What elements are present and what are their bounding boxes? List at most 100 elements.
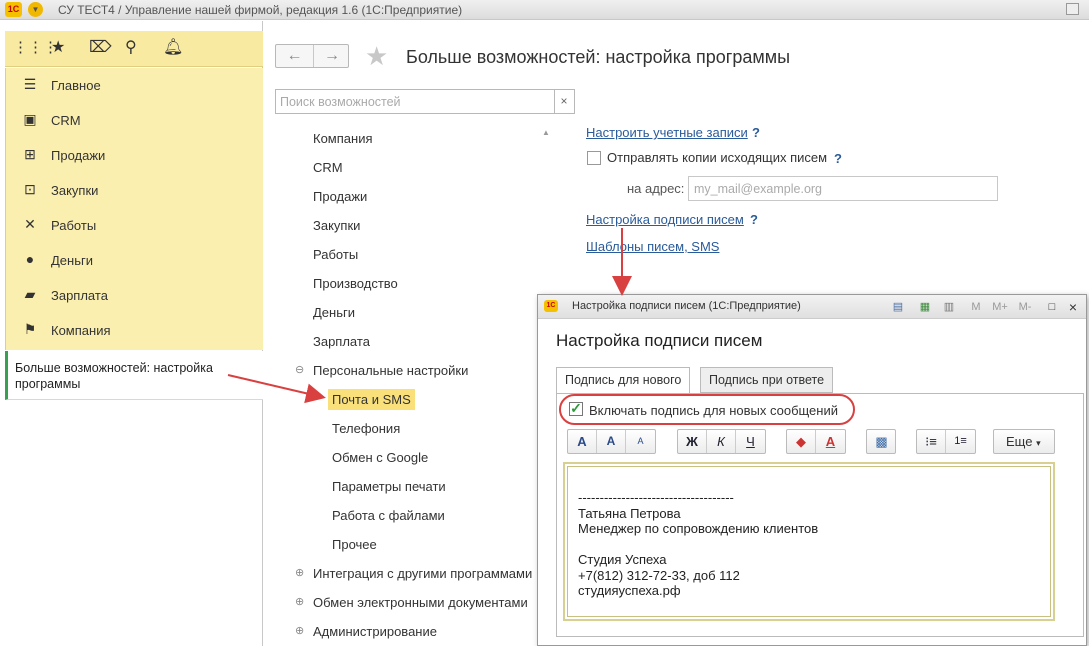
section-salary[interactable]: ▰ Зарплата [6,278,264,313]
star-icon[interactable]: ★ [51,39,65,57]
favorite-star-icon[interactable]: ★ [365,42,388,70]
copy-checkbox[interactable] [587,151,601,165]
sections-list: ☰ Главное ▣ CRM ⊞ Продажи ⊡ Закупки ✕ Работы … [5,68,263,350]
1c-logo-icon: 1С [544,300,558,312]
dialog-heading: Настройка подписи писем [556,331,763,350]
signature-settings-link[interactable]: Настройка подписи писем [586,212,744,227]
more-button[interactable]: Еще ▾ [993,429,1055,454]
tree-item[interactable]: Обмен электронными документами [313,595,528,610]
templates-link[interactable]: Шаблоны писем, SMS [586,239,719,254]
font-color-button[interactable]: A [816,430,845,453]
expand-icon[interactable]: ⊕ [295,595,304,608]
tree-item[interactable]: Продажи [313,189,367,204]
1c-logo-icon[interactable]: 1С [5,2,22,17]
section-label: Деньги [51,253,93,268]
font-increase-button[interactable]: A [597,430,626,453]
tree-item[interactable]: Администрирование [313,624,437,639]
calendar-icon[interactable]: ▥ [941,299,957,315]
font-normal-button[interactable]: A [568,430,597,453]
section-sales[interactable]: ⊞ Продажи [6,138,264,173]
font-decrease-button[interactable]: A [626,430,655,453]
help-icon[interactable]: ? [834,151,842,166]
fill-color-icon[interactable]: ◆ [787,430,816,453]
back-button[interactable]: ← [276,45,313,67]
shopping-basket-icon: ⊞ [24,146,36,162]
tab-new-signature[interactable]: Подпись для нового [556,367,691,394]
bullet-list-icon[interactable]: ⁝≡ [917,430,946,453]
signature-dialog: 1С Настройка подписи писем (1С:Предприят… [537,294,1087,646]
search-input[interactable] [275,89,555,114]
numbered-list-icon[interactable]: 1≡ [946,430,975,453]
main-menu-icon[interactable]: ▼ [28,2,43,17]
navigation-buttons: ← → [275,44,349,68]
forward-button[interactable]: → [313,45,350,67]
insert-image-icon[interactable]: ▩ [867,430,896,453]
section-crm[interactable]: ▣ CRM [6,103,264,138]
close-icon[interactable]: × [1065,299,1081,315]
search-icon[interactable]: ⚲ [125,39,137,57]
tree-subitem[interactable]: Работа с файлами [332,508,445,523]
tree-item[interactable]: Компания [313,131,373,146]
section-main[interactable]: ☰ Главное [6,68,264,103]
scroll-up-icon[interactable]: ▲ [542,128,550,137]
report-icon[interactable]: ▤ [890,299,906,315]
help-icon[interactable]: ? [752,125,760,140]
include-signature-checkbox[interactable]: ✓ [569,401,583,416]
color-group: ◆ A [786,429,846,454]
tree-subitem[interactable]: Обмен с Google [332,450,428,465]
expand-icon[interactable]: ⊕ [295,624,304,637]
section-purchases[interactable]: ⊡ Закупки [6,173,264,208]
help-icon[interactable]: ? [750,212,758,227]
dialog-titlebar: 1С Настройка подписи писем (1С:Предприят… [538,295,1086,319]
clear-search-button[interactable]: × [554,89,575,114]
accounts-link[interactable]: Настроить учетные записи [586,125,748,140]
tree-subitem[interactable]: Параметры печати [332,479,446,494]
memory-m-button[interactable]: M [968,299,984,315]
history-icon[interactable]: ⌦ [89,39,112,57]
signature-text[interactable]: ------------------------------------ Тат… [578,490,818,599]
chevron-down-icon: ▾ [1036,438,1041,448]
section-label: Главное [51,78,101,93]
tree-subitem[interactable]: Прочее [332,537,377,552]
tab-reply-signature[interactable]: Подпись при ответе [700,367,834,393]
memory-minus-button[interactable]: M- [1015,299,1035,315]
tree-item[interactable]: CRM [313,160,343,175]
maximize-button[interactable] [1066,3,1079,15]
bell-icon[interactable]: 🔔︎ [163,39,183,57]
crm-card-icon: ▣ [23,111,37,127]
open-window-item[interactable]: Больше возможностей: настройка программы [5,351,263,400]
section-label: Компания [51,323,111,338]
open-window-label: Больше возможностей: настройка программы [15,361,213,391]
tree-item[interactable]: Работы [313,247,358,262]
address-input[interactable] [688,176,998,201]
insert-group: ▩ [866,429,896,454]
sections-panel: ⋮⋮⋮ ★ ⌦ ⚲ 🔔︎ ☰ Главное ▣ CRM ⊞ Продажи ⊡ Зак… [0,21,263,646]
maximize-icon[interactable]: □ [1044,299,1060,315]
section-money[interactable]: ● Деньги [6,243,264,278]
expand-icon[interactable]: ⊕ [295,566,304,579]
ruble-coin-icon: ● [25,251,35,267]
spreadsheet-icon[interactable]: ▦ [917,299,933,315]
tree-item[interactable]: Закупки [313,218,360,233]
include-signature-label: Включать подпись для новых сообщений [589,403,838,418]
tree-item[interactable]: Интеграция с другими программами [313,566,532,581]
tree-item[interactable]: Деньги [313,305,355,320]
tree-subitem[interactable]: Телефония [332,421,400,436]
section-label: Зарплата [51,288,108,303]
section-works[interactable]: ✕ Работы [6,208,264,243]
underline-button[interactable]: Ч [736,430,765,453]
collapse-icon[interactable]: ⊖ [295,363,304,376]
tools-icon: ✕ [24,216,36,232]
tree-item-selected[interactable]: Почта и SMS [328,389,415,410]
italic-button[interactable]: К [707,430,736,453]
tree-item[interactable]: Персональные настройки [313,363,468,378]
section-company[interactable]: ⚑ Компания [6,313,264,348]
tree-item[interactable]: Производство [313,276,398,291]
bold-button[interactable]: Ж [678,430,707,453]
address-label: на адрес: [627,181,685,196]
quick-toolbar: ⋮⋮⋮ ★ ⌦ ⚲ 🔔︎ [5,31,263,67]
tree-item[interactable]: Зарплата [313,334,370,349]
signature-editor[interactable]: ------------------------------------ Тат… [563,462,1055,621]
section-label: Закупки [51,183,99,198]
memory-plus-button[interactable]: M+ [990,299,1010,315]
